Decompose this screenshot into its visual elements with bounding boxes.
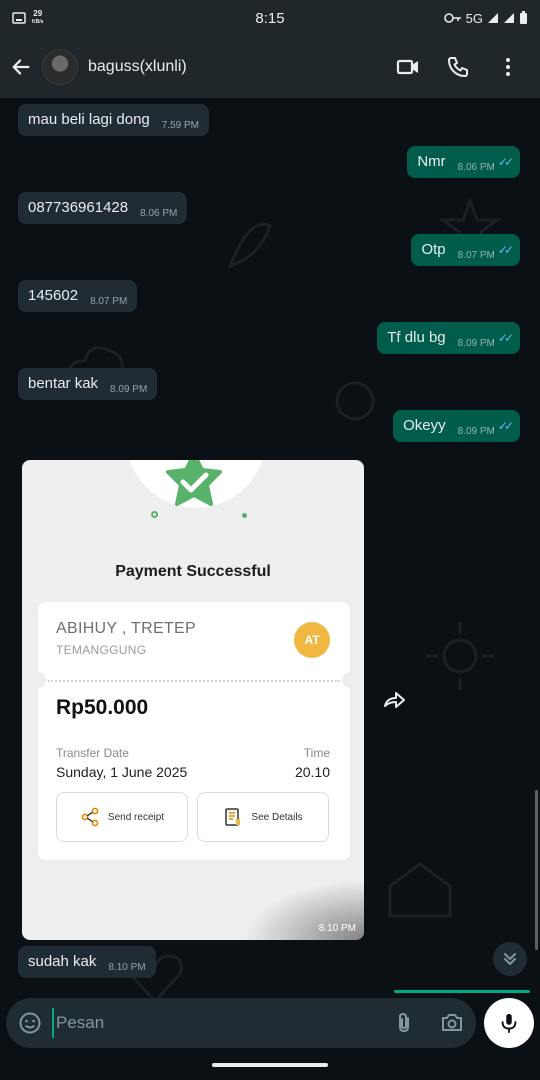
message-text: 145602 [28,287,79,304]
back-arrow-icon[interactable] [10,56,32,78]
perforation-divider [48,680,340,682]
message-incoming[interactable]: 087736961428 8.06 PM [18,192,188,224]
message-incoming[interactable]: mau beli lagi dong 7.59 PM [18,104,210,136]
read-ticks-icon: ✓✓ [497,331,514,345]
message-text: Nmr [417,153,446,170]
message-time: 8.09 PM [457,338,495,349]
send-receipt-label: Send receipt [107,811,165,823]
message-text: 087736961428 [28,199,129,216]
emoji-icon[interactable] [18,1011,42,1035]
status-bar: 29 KB/s 8:15 5G [0,0,540,36]
message-time: 8.07 PM [457,250,495,261]
message-time: 8.07 PM [90,296,128,307]
message-input-bar [6,998,476,1048]
mic-button[interactable] [484,998,534,1048]
chat-header: baguss(xlunli) [0,36,540,98]
video-call-icon[interactable] [396,55,420,79]
message-text: Otp [421,241,446,258]
message-incoming[interactable]: sudah kak 8.10 PM [18,946,156,978]
status-time: 8:15 [255,9,285,27]
payee-name: ABIHUY , TRETEP [56,620,196,637]
scroll-down-button[interactable] [493,942,527,976]
forward-icon[interactable] [382,688,408,712]
message-incoming[interactable]: bentar kak 8.09 PM [18,368,158,400]
read-ticks-icon: ✓✓ [497,243,514,257]
document-icon [225,808,241,826]
message-text: bentar kak [28,375,99,392]
header-actions [396,55,532,79]
payment-title: Payment Successful [115,563,271,580]
payee-initials: AT [294,622,330,658]
message-text: sudah kak [28,953,97,970]
see-details-button[interactable]: See Details [197,792,329,842]
message-text: Tf dlu bg [387,329,446,346]
attach-icon[interactable] [392,1011,416,1035]
message-incoming[interactable]: 145602 8.07 PM [18,280,138,312]
message-outgoing[interactable]: Tf dlu bg 8.09 PM ✓✓ [377,322,520,354]
message-time: 8.10 PM [108,962,146,973]
doodle-house-icon [388,862,452,918]
scrollbar[interactable] [535,790,538,950]
share-icon [81,807,99,827]
star-check-icon [166,460,222,506]
message-input[interactable] [52,1008,368,1038]
message-text: Okeyy [403,417,446,434]
chevron-double-down-icon [504,953,516,965]
read-ticks-icon: ✓✓ [497,419,514,433]
message-outgoing[interactable]: Nmr 8.06 PM ✓✓ [407,146,520,178]
message-time: 8.06 PM [140,208,178,219]
camera-icon[interactable] [440,1011,464,1035]
more-vert-icon[interactable] [496,55,520,79]
mic-icon [501,1013,517,1034]
time-value: 20.10 [294,764,330,780]
ticket-notch [342,672,358,688]
outgoing-bubble-edge [394,990,530,993]
gesture-nav-bar[interactable] [212,1063,328,1067]
send-receipt-button[interactable]: Send receipt [56,792,188,842]
read-ticks-icon: ✓✓ [497,155,514,169]
message-outgoing[interactable]: Okeyy 8.09 PM ✓✓ [393,410,520,442]
message-time: 8.06 PM [457,162,495,173]
decor-dot [242,513,247,518]
see-details-label: See Details [251,811,303,823]
receipt-image-message[interactable]: Payment Successful ABIHUY , TRETEP TEMAN… [22,460,364,940]
ticket-notch [30,672,46,688]
doodle-leaf-icon [227,223,272,269]
message-time: 8.09 PM [457,426,495,437]
amount: Rp50.000 [56,696,149,719]
payee-city: TEMANGGUNG [56,643,147,657]
message-time: 8.10 PM [318,923,356,934]
message-time: 8.09 PM [110,384,148,395]
message-text: mau beli lagi dong [28,111,150,128]
phone-icon[interactable] [446,55,470,79]
contact-name[interactable]: baguss(xlunli) [88,58,187,76]
transfer-date-label: Transfer Date [56,746,129,760]
decor-dot [151,511,158,518]
receipt-card: ABIHUY , TRETEP TEMANGGUNG AT Rp50.000 T… [30,602,358,860]
doodle-sun-icon [426,622,494,690]
avatar[interactable] [42,49,78,85]
time-label: Time [303,746,330,760]
doodle-circle-icon [335,381,375,421]
transfer-date-value: Sunday, 1 June 2025 [56,764,188,780]
message-time: 7.59 PM [161,120,200,131]
message-outgoing[interactable]: Otp 8.07 PM ✓✓ [411,234,520,266]
